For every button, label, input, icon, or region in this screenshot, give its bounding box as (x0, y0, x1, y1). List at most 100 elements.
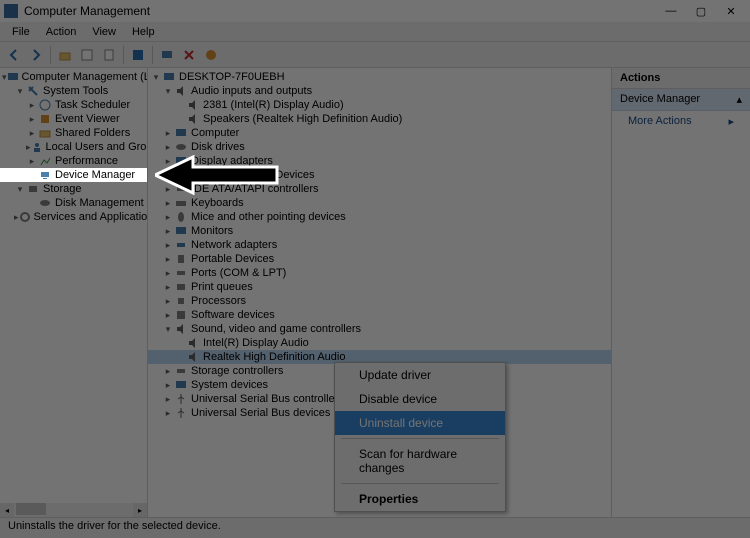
device-root[interactable]: ▾DESKTOP-7F0UEBH (148, 70, 611, 84)
ctx-properties[interactable]: Properties (335, 487, 505, 511)
dev-intel-display-audio-2[interactable]: Intel(R) Display Audio (148, 336, 611, 350)
expand-icon[interactable]: ▸ (162, 392, 174, 406)
menu-action[interactable]: Action (38, 24, 85, 40)
horizontal-scrollbar[interactable]: ◂ ▸ (0, 503, 147, 517)
cat-portable[interactable]: ▸Portable Devices (148, 252, 611, 266)
cat-monitors[interactable]: ▸Monitors (148, 224, 611, 238)
dev-realtek-speakers[interactable]: Speakers (Realtek High Definition Audio) (148, 112, 611, 126)
speaker-icon (186, 112, 200, 126)
tree-task-scheduler[interactable]: ▸Task Scheduler (0, 98, 147, 112)
tree-root-computer-management[interactable]: ▾ Computer Management (Local (0, 70, 147, 84)
expand-icon[interactable]: ▸ (162, 378, 174, 392)
nav-tree: ▾ Computer Management (Local ▾ System To… (0, 68, 147, 226)
toolbar-properties-button[interactable] (77, 45, 97, 65)
scroll-thumb[interactable] (16, 503, 46, 515)
collapse-icon[interactable]: ▾ (14, 84, 26, 98)
scroll-track[interactable] (14, 503, 133, 517)
toolbar-up-button[interactable] (55, 45, 75, 65)
maximize-button[interactable]: ▢ (686, 0, 716, 22)
dev-intel-display-audio[interactable]: 2381 (Intel(R) Display Audio) (148, 98, 611, 112)
collapse-icon[interactable]: ▾ (162, 84, 174, 98)
ctx-disable-device[interactable]: Disable device (335, 387, 505, 411)
tree-device-manager[interactable]: Device Manager (0, 168, 147, 182)
actions-selected-category[interactable]: Device Manager ▴ (612, 89, 750, 111)
expand-icon[interactable]: ▸ (162, 140, 174, 154)
tree-label: Storage controllers (191, 364, 283, 378)
tree-storage[interactable]: ▾ Storage (0, 182, 147, 196)
expand-icon[interactable]: ▸ (162, 224, 174, 238)
disk-icon (174, 140, 188, 154)
cat-keyboards[interactable]: ▸Keyboards (148, 196, 611, 210)
expand-icon[interactable]: ▸ (162, 294, 174, 308)
cat-ports[interactable]: ▸Ports (COM & LPT) (148, 266, 611, 280)
expand-icon[interactable]: ▸ (26, 98, 38, 112)
cat-software-devices[interactable]: ▸Software devices (148, 308, 611, 322)
cat-mice[interactable]: ▸Mice and other pointing devices (148, 210, 611, 224)
expand-icon[interactable]: ▸ (26, 126, 38, 140)
toolbar (0, 42, 750, 68)
cat-sound-video-game[interactable]: ▾Sound, video and game controllers (148, 322, 611, 336)
toolbar-refresh-button[interactable] (128, 45, 148, 65)
expand-icon[interactable]: ▸ (162, 252, 174, 266)
expand-icon[interactable] (26, 168, 38, 182)
expand-icon[interactable]: ▸ (162, 364, 174, 378)
computer-icon (162, 70, 176, 84)
menu-view[interactable]: View (84, 24, 124, 40)
collapse-icon[interactable]: ▾ (14, 182, 26, 196)
expand-icon[interactable]: ▸ (162, 308, 174, 322)
tree-services-apps[interactable]: ▸Services and Applications (0, 210, 147, 224)
expand-icon[interactable]: ▸ (162, 266, 174, 280)
close-button[interactable]: ✕ (716, 0, 746, 22)
expand-icon[interactable] (26, 196, 38, 210)
tree-performance[interactable]: ▸Performance (0, 154, 147, 168)
expand-icon[interactable]: ▸ (26, 112, 38, 126)
actions-more-actions[interactable]: More Actions ▸ (612, 111, 750, 131)
toolbar-uninstall-button[interactable] (179, 45, 199, 65)
expand-icon[interactable]: ▸ (162, 280, 174, 294)
tree-shared-folders[interactable]: ▸ Shared Folders (0, 126, 147, 140)
toolbar-forward-button[interactable] (26, 45, 46, 65)
tree-label: Shared Folders (55, 126, 130, 140)
expand-icon[interactable]: ▸ (26, 154, 38, 168)
tree-local-users[interactable]: ▸Local Users and Groups (0, 140, 147, 154)
ctx-scan-hardware[interactable]: Scan for hardware changes (335, 442, 505, 480)
expand-icon[interactable]: ▸ (162, 126, 174, 140)
toolbar-back-button[interactable] (4, 45, 24, 65)
cat-audio-io[interactable]: ▾ Audio inputs and outputs (148, 84, 611, 98)
computer-icon (174, 126, 188, 140)
minimize-button[interactable]: — (656, 0, 686, 22)
cat-computer[interactable]: ▸Computer (148, 126, 611, 140)
tree-label: Audio inputs and outputs (191, 84, 312, 98)
expand-icon[interactable]: ▸ (162, 406, 174, 420)
scroll-left-button[interactable]: ◂ (0, 503, 14, 517)
users-icon (31, 140, 43, 154)
cat-print-queues[interactable]: ▸Print queues (148, 280, 611, 294)
ctx-update-driver[interactable]: Update driver (335, 363, 505, 387)
menu-file[interactable]: File (4, 24, 38, 40)
cat-processors[interactable]: ▸Processors (148, 294, 611, 308)
tree-disk-management[interactable]: Disk Management (0, 196, 147, 210)
toolbar-export-button[interactable] (99, 45, 119, 65)
tree-label: Disk drives (191, 140, 245, 154)
speaker-icon (174, 322, 188, 336)
context-menu: Update driver Disable device Uninstall d… (334, 362, 506, 512)
toolbar-scan-button[interactable] (157, 45, 177, 65)
tree-event-viewer[interactable]: ▸Event Viewer (0, 112, 147, 126)
expand-icon[interactable]: ▸ (162, 210, 174, 224)
collapse-icon[interactable]: ▾ (162, 322, 174, 336)
tree-label: Computer Management (Local (22, 70, 148, 84)
tree-system-tools[interactable]: ▾ System Tools (0, 84, 147, 98)
navigation-pane: ▾ Computer Management (Local ▾ System To… (0, 68, 148, 517)
cat-disk-drives[interactable]: ▸ Disk drives (148, 140, 611, 154)
collapse-icon[interactable]: ▾ (150, 70, 162, 84)
expand-icon[interactable]: ▸ (162, 238, 174, 252)
app-icon (4, 4, 18, 18)
menu-help[interactable]: Help (124, 24, 163, 40)
cat-network[interactable]: ▸Network adapters (148, 238, 611, 252)
expand-icon[interactable]: ▸ (162, 196, 174, 210)
portable-icon (174, 252, 188, 266)
ctx-uninstall-device[interactable]: Uninstall device (335, 411, 505, 435)
scroll-right-button[interactable]: ▸ (133, 503, 147, 517)
toolbar-help-button[interactable] (201, 45, 221, 65)
tree-label: Storage (43, 182, 82, 196)
